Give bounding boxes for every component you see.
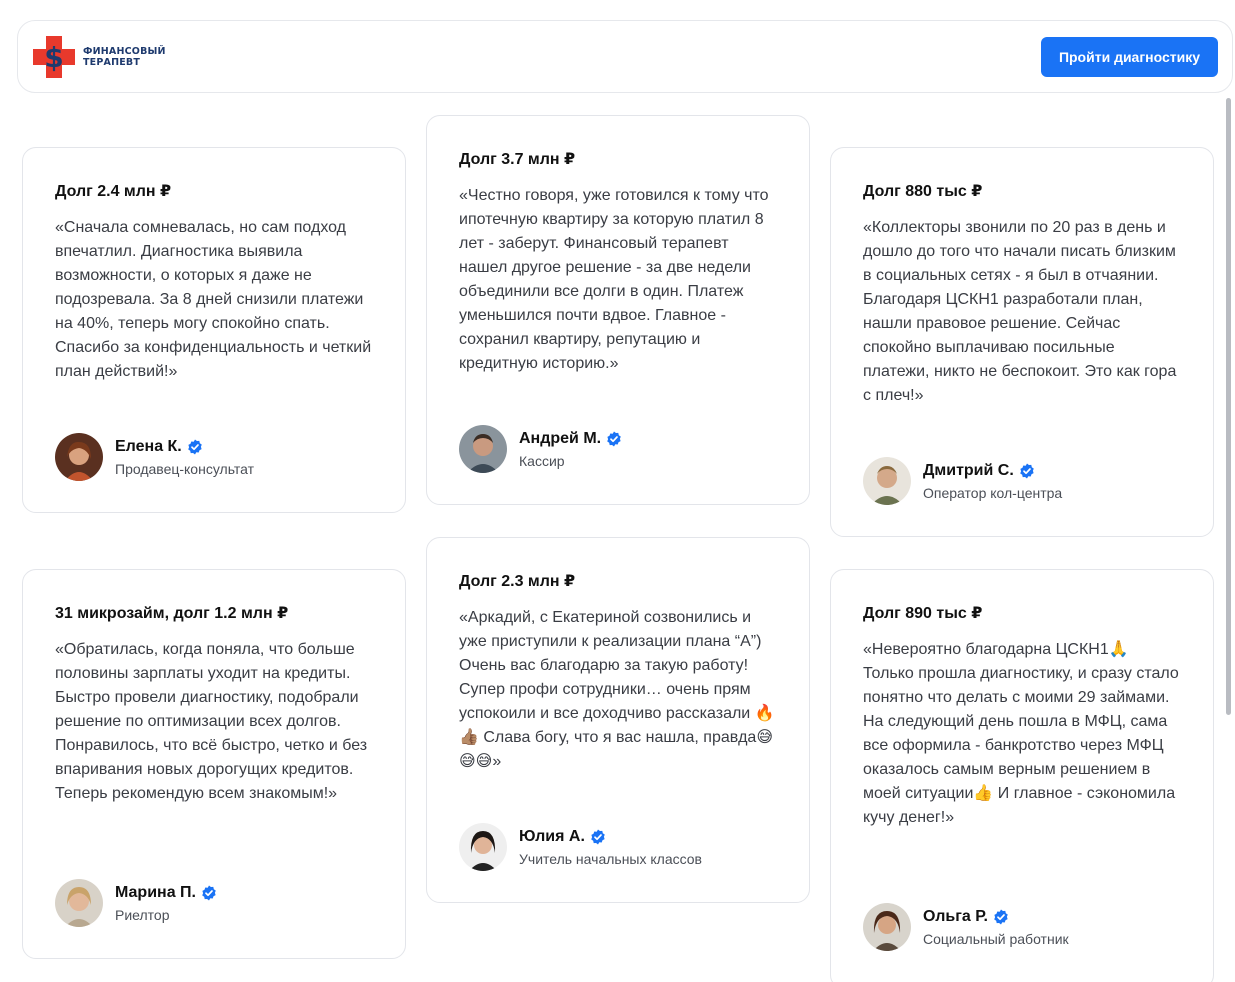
verified-check-icon bbox=[606, 431, 622, 447]
logo-line1: ФИНАНСОВЫЙ bbox=[83, 46, 166, 57]
medical-cross-dollar-icon: $ bbox=[31, 34, 77, 80]
review-author: Ольга Р. Социальный работник bbox=[863, 903, 1069, 951]
review-author: Юлия А. Учитель начальных классов bbox=[459, 823, 702, 871]
scrollbar-thumb[interactable] bbox=[1226, 98, 1231, 715]
author-role: Кассир bbox=[519, 452, 565, 469]
author-role: Оператор кол-центра bbox=[923, 484, 1063, 501]
review-quote: «Коллекторы звонили по 20 раз в день и д… bbox=[863, 219, 1177, 404]
logo-text: ФИНАНСОВЫЙ ТЕРАПЕВТ bbox=[83, 46, 166, 68]
verified-check-icon bbox=[1019, 463, 1035, 479]
review-card: Долг 890 тыс ₽ «Невероятно благодарна ЦС… bbox=[830, 569, 1214, 982]
logo[interactable]: $ ФИНАНСОВЫЙ ТЕРАПЕВТ bbox=[31, 34, 166, 80]
review-author: Марина П. Риелтор bbox=[55, 879, 217, 927]
start-diagnostics-button[interactable]: Пройти диагностику bbox=[1041, 37, 1218, 77]
author-name: Елена К. bbox=[115, 437, 182, 455]
verified-check-icon bbox=[993, 909, 1009, 925]
site-header: $ ФИНАНСОВЫЙ ТЕРАПЕВТ Пройти диагностику bbox=[17, 20, 1233, 93]
review-quote: «Невероятно благодарна ЦСКН1🙏 Только про… bbox=[863, 641, 1179, 826]
avatar bbox=[863, 903, 911, 951]
review-quote: «Честно говоря, уже готовился к тому что… bbox=[459, 187, 769, 372]
author-role: Риелтор bbox=[115, 906, 170, 923]
review-card: Долг 2.3 млн ₽ «Аркадий, с Екатериной со… bbox=[426, 537, 810, 903]
verified-check-icon bbox=[201, 885, 217, 901]
review-debt-title: 31 микрозайм, долг 1.2 млн ₽ bbox=[55, 605, 289, 622]
scrollbar[interactable] bbox=[1224, 96, 1232, 982]
author-name: Ольга Р. bbox=[923, 907, 988, 925]
review-card: Долг 2.4 млн ₽ «Сначала сомневалась, но … bbox=[22, 147, 406, 513]
logo-line2: ТЕРАПЕВТ bbox=[83, 57, 141, 68]
review-quote: «Аркадий, с Екатериной созвонились и уже… bbox=[459, 609, 775, 770]
author-role: Социальный работник bbox=[923, 930, 1069, 947]
review-author: Андрей М. Кассир bbox=[459, 425, 622, 473]
review-quote: «Сначала сомневалась, но сам подход впеч… bbox=[55, 219, 372, 380]
verified-check-icon bbox=[187, 439, 203, 455]
avatar bbox=[55, 879, 103, 927]
review-debt-title: Долг 2.3 млн ₽ bbox=[459, 573, 576, 590]
review-author: Дмитрий С. Оператор кол-центра bbox=[863, 457, 1062, 505]
verified-check-icon bbox=[590, 829, 606, 845]
review-author: Елена К. Продавец-консультат bbox=[55, 433, 254, 481]
avatar bbox=[459, 823, 507, 871]
author-name: Андрей М. bbox=[519, 429, 602, 447]
avatar bbox=[459, 425, 507, 473]
author-name: Юлия А. bbox=[519, 827, 585, 845]
review-card: Долг 880 тыс ₽ «Коллекторы звонили по 20… bbox=[830, 147, 1214, 537]
avatar bbox=[863, 457, 911, 505]
review-card: 31 микрозайм, долг 1.2 млн ₽ «Обратилась… bbox=[22, 569, 406, 959]
author-role: Учитель начальных классов bbox=[519, 850, 702, 867]
avatar bbox=[55, 433, 103, 481]
author-role: Продавец-консультат bbox=[115, 460, 255, 477]
review-debt-title: Долг 890 тыс ₽ bbox=[863, 605, 983, 622]
author-name: Дмитрий С. bbox=[923, 461, 1014, 479]
review-debt-title: Долг 3.7 млн ₽ bbox=[459, 151, 576, 168]
review-debt-title: Долг 2.4 млн ₽ bbox=[55, 183, 172, 200]
review-quote: «Обратилась, когда поняла, что больше по… bbox=[55, 641, 368, 802]
review-debt-title: Долг 880 тыс ₽ bbox=[863, 183, 983, 200]
svg-text:$: $ bbox=[44, 41, 63, 74]
author-name: Марина П. bbox=[115, 883, 196, 901]
review-card: Долг 3.7 млн ₽ «Честно говоря, уже готов… bbox=[426, 115, 810, 505]
